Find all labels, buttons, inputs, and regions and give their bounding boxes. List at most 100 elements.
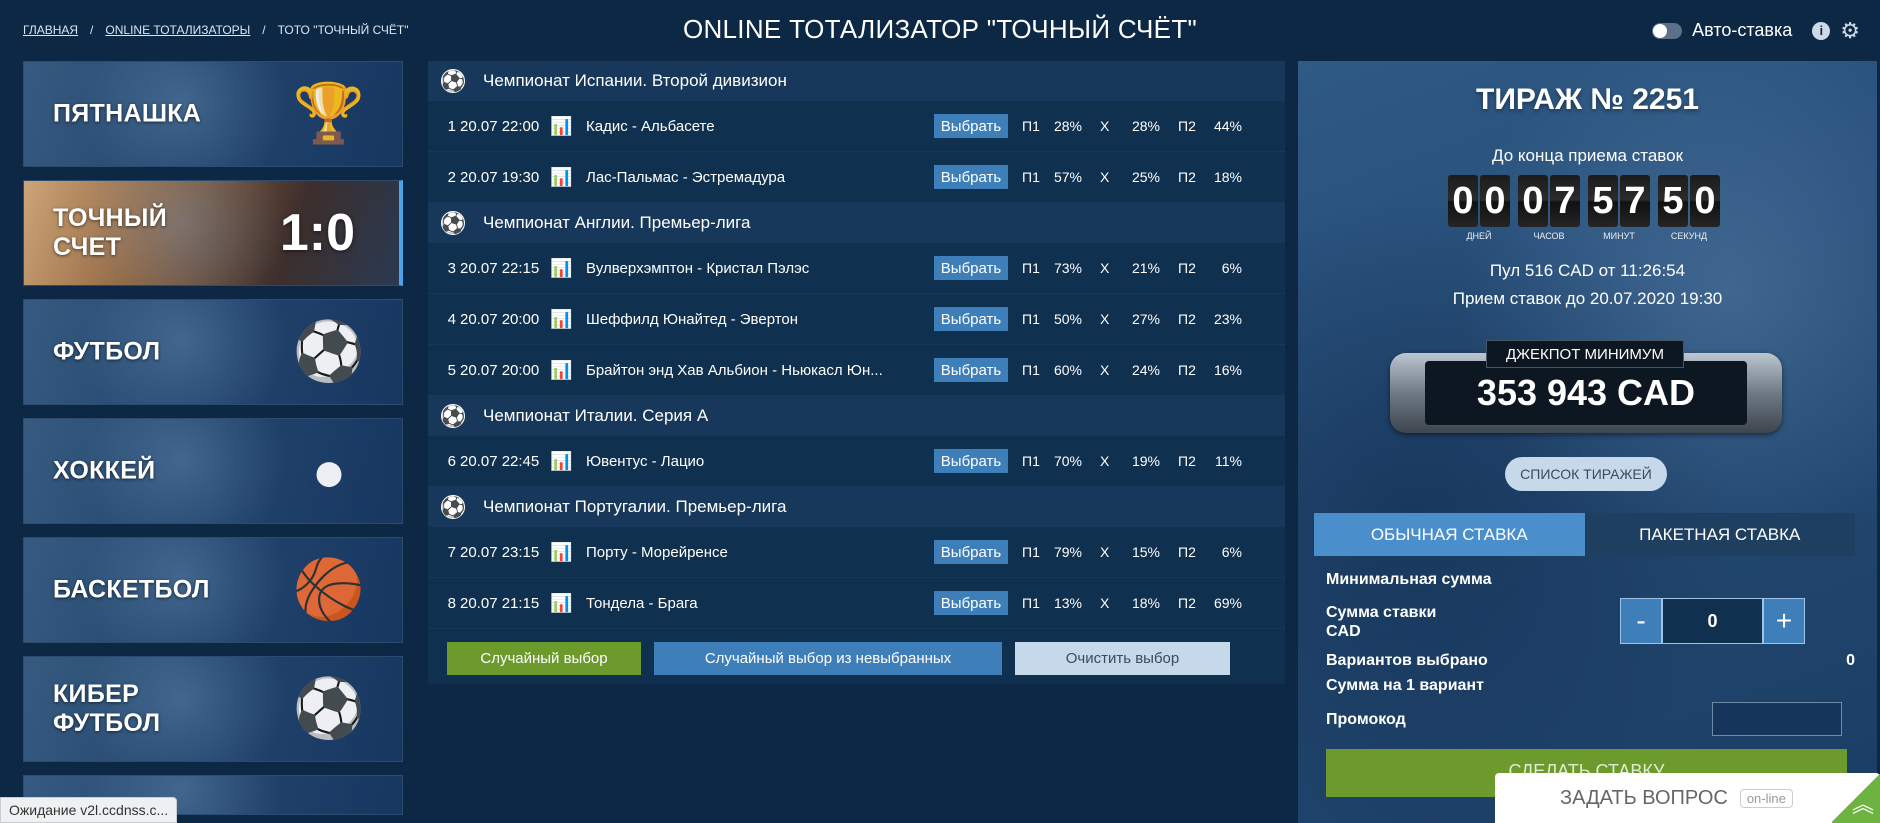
p2-label: П2 [1178, 169, 1196, 185]
x-label: Х [1100, 311, 1110, 327]
league-name: Чемпионат Италии. Серия А [483, 406, 709, 425]
p2-label: П2 [1178, 595, 1196, 611]
p2-percent: 6% [1221, 544, 1242, 560]
select-match-button[interactable]: Выбрать [934, 165, 1008, 189]
match-number: 3 [447, 259, 456, 277]
game-tile[interactable]: ФУТБОЛ ⚽ [23, 299, 403, 405]
game-tile-label: ФУТБОЛ [53, 337, 161, 366]
select-match-button[interactable]: Выбрать [934, 307, 1008, 331]
timer-unit-label: СЕКУНД [1670, 231, 1708, 241]
select-match-button[interactable]: Выбрать [934, 358, 1008, 382]
random-unselected-button[interactable]: Случайный выбор из невыбранных [654, 642, 1002, 675]
x-label: Х [1100, 362, 1110, 378]
match-number: 5 [447, 361, 456, 379]
game-tile[interactable]: ХОККЕЙ ● [23, 418, 403, 524]
decrease-button[interactable]: - [1620, 598, 1662, 644]
match-row: 2 20.07 19:30 📊 Лас-Пальмас - Эстремадура Вы… [428, 152, 1285, 203]
info-icon[interactable]: i [1812, 21, 1831, 40]
game-tile[interactable]: БАСКЕТБОЛ 🏀 [23, 537, 403, 643]
timer-group: 5 7 МИНУТ [1588, 175, 1650, 241]
page-title: ONLINE ТОТАЛИЗАТОР "ТОЧНЫЙ СЧЁТ" [682, 14, 1198, 44]
league-header: ⚽ Чемпионат Португалии. Премьер-лига [428, 487, 1285, 527]
x-percent: 19% [1131, 453, 1160, 469]
stats-chart-icon[interactable]: 📊 [550, 116, 586, 137]
promo-label: Промокод [1326, 711, 1406, 728]
league-name: Чемпионат Португалии. Премьер-лига [483, 497, 787, 516]
clear-selection-button[interactable]: Очистить выбор [1015, 642, 1230, 675]
x-percent: 24% [1131, 362, 1160, 378]
stats-chart-icon[interactable]: 📊 [550, 309, 586, 330]
pool-info: Пул 516 CAD от 11:26:54 [1489, 261, 1686, 280]
stats-chart-icon[interactable]: 📊 [550, 542, 586, 563]
timer-group: 0 7 ЧАСОВ [1518, 175, 1580, 241]
timer-digit: 7 [1550, 175, 1580, 227]
variants-label: Вариантов выбрано [1326, 652, 1488, 669]
draw-title: ТИРАЖ № 2251 [1476, 83, 1699, 116]
promo-input[interactable] [1712, 702, 1842, 736]
p1-percent: 73% [1053, 260, 1082, 276]
bet-sum-label: Сумма ставки CAD [1326, 604, 1437, 640]
stats-chart-icon[interactable]: 📊 [550, 451, 586, 472]
jackpot-value: 353 943 CAD [1425, 361, 1747, 425]
p2-percent: 16% [1213, 362, 1242, 378]
match-row: 1 20.07 22:00 📊 Кадис - Альбасете Выбрать П1 2… [428, 101, 1285, 152]
stats-chart-icon[interactable]: 📊 [550, 258, 586, 279]
match-teams: Вулверхэмптон - Кристал Пэлэс [586, 259, 810, 277]
game-tile[interactable]: ТОЧНЫЙ СЧЕТ 1:0 [23, 180, 403, 286]
select-match-button[interactable]: Выбрать [934, 449, 1008, 473]
p2-percent: 69% [1213, 595, 1242, 611]
x-label: Х [1100, 595, 1110, 611]
countdown-caption: До конца приема ставок [1491, 146, 1684, 165]
auto-bet-label: Авто-ставка [1692, 20, 1793, 40]
match-odds: П1 57% Х 25% П2 18% [1022, 169, 1242, 185]
x-label: Х [1100, 169, 1110, 185]
select-match-button[interactable]: Выбрать [934, 540, 1008, 564]
match-date: 20.07 20:00 [460, 310, 540, 328]
status-bar: Ожидание v2l.ccdnss.c... [0, 797, 178, 823]
league-header: ⚽ Чемпионат Англии. Премьер-лига [428, 203, 1285, 243]
p2-percent: 11% [1215, 453, 1242, 469]
p1-label: П1 [1022, 453, 1040, 469]
bet-tabs: ОБЫЧНАЯ СТАВКА ПАКЕТНАЯ СТАВКА [1314, 513, 1855, 556]
x-label: Х [1100, 453, 1110, 469]
select-match-button[interactable]: Выбрать [934, 591, 1008, 615]
match-date: 20.07 22:15 [460, 259, 540, 277]
tab-package-bet[interactable]: ПАКЕТНАЯ СТАВКА [1584, 513, 1855, 556]
score-graphic: 1:0 [279, 204, 355, 262]
stats-chart-icon[interactable]: 📊 [550, 360, 586, 381]
game-tile[interactable]: КИБЕР ФУТБОЛ ⚽ [23, 656, 403, 762]
gear-icon[interactable]: ⚙ [1840, 19, 1860, 41]
games-sidebar: ПЯТНАШКА 🏆 ТОЧНЫЙ СЧЕТ 1:0 ФУТБОЛ ⚽ ХОККЕЙ ● БАС… [23, 61, 403, 823]
game-tile-label: ПЯТНАШКА [53, 99, 202, 128]
stats-chart-icon[interactable]: 📊 [550, 167, 586, 188]
tab-normal-bet[interactable]: ОБЫЧНАЯ СТАВКА [1314, 513, 1585, 556]
timer-digit: 0 [1480, 175, 1510, 227]
bet-amount-input[interactable]: 0 [1662, 598, 1763, 644]
p1-label: П1 [1022, 595, 1040, 611]
match-odds: П1 70% Х 19% П2 11% [1022, 453, 1242, 469]
soccer-ball-icon: ⚽ [440, 495, 466, 519]
expand-chevron-icon[interactable]: ︽ [1832, 773, 1880, 823]
match-teams: Тондела - Брага [586, 594, 698, 612]
p1-label: П1 [1022, 260, 1040, 276]
game-tile-label: БАСКЕТБОЛ [53, 575, 210, 604]
match-teams: Порту - Морейренсе [586, 543, 728, 561]
stats-chart-icon[interactable]: 📊 [550, 593, 586, 614]
match-row: 6 20.07 22:45 📊 Ювентус - Лацио Выбрать П1 70%… [428, 436, 1285, 487]
game-tile[interactable]: ПЯТНАШКА 🏆 [23, 61, 403, 167]
draw-list-button[interactable]: СПИСОК ТИРАЖЕЙ [1505, 457, 1667, 491]
top-controls: Авто-ставка i ⚙ [1652, 19, 1860, 41]
p2-label: П2 [1178, 453, 1196, 469]
select-match-button[interactable]: Выбрать [934, 114, 1008, 138]
p1-label: П1 [1022, 169, 1040, 185]
increase-button[interactable]: + [1763, 598, 1805, 644]
x-percent: 15% [1131, 544, 1160, 560]
auto-bet-toggle[interactable] [1652, 22, 1683, 39]
select-match-button[interactable]: Выбрать [934, 256, 1008, 280]
ask-question-widget[interactable]: ЗАДАТЬ ВОПРОС on-line ︽ [1495, 773, 1880, 823]
p1-percent: 57% [1053, 169, 1082, 185]
league-header: ⚽ Чемпионат Испании. Второй дивизион [428, 61, 1285, 101]
random-select-button[interactable]: Случайный выбор [447, 642, 641, 675]
draw-panel: ТИРАЖ № 2251 До конца приема ставок 0 0 ДН… [1298, 61, 1877, 823]
timer-unit-label: ДНЕЙ [1466, 231, 1492, 241]
